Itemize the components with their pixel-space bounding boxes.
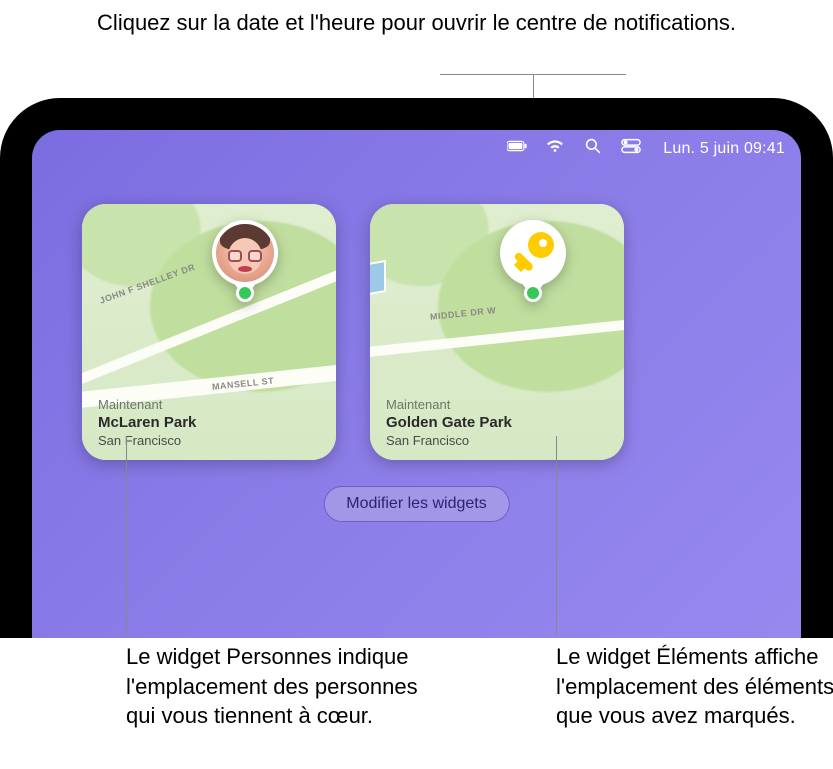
callout-top-text: Cliquez sur la date et l'heure pour ouvr… [0, 8, 833, 38]
location-dot-icon [524, 284, 542, 302]
find-my-people-widget[interactable]: JOHN F SHELLEY DR MANSELL ST [82, 204, 336, 460]
control-center-icon[interactable] [621, 138, 641, 159]
widget-city-label: San Francisco [98, 433, 320, 448]
person-pin[interactable] [212, 220, 278, 300]
widget-city-label: San Francisco [386, 433, 608, 448]
widget-time-label: Maintenant [386, 397, 608, 412]
widget-place-label: McLaren Park [98, 414, 320, 431]
road-label: MANSELL ST [211, 376, 274, 392]
spotlight-search-icon[interactable] [583, 138, 603, 159]
widget-place-label: Golden Gate Park [386, 414, 608, 431]
widgets-container: JOHN F SHELLEY DR MANSELL ST [82, 204, 624, 460]
callout-people-leader [126, 436, 127, 636]
road-label: JOHN F SHELLEY DR [98, 262, 196, 306]
widget-footer: Maintenant McLaren Park San Francisco [98, 397, 320, 448]
menubar: Lun. 5 juin 09:41 [507, 138, 785, 159]
battery-icon[interactable] [507, 138, 527, 159]
widget-footer: Maintenant Golden Gate Park San Francisc… [386, 397, 608, 448]
edit-widgets-button[interactable]: Modifier les widgets [323, 486, 510, 522]
road-label: MIDDLE DR W [429, 305, 496, 322]
item-pin[interactable] [500, 220, 566, 300]
callout-items-leader [556, 436, 557, 636]
callout-top-leader [440, 74, 626, 100]
desktop-screen: Lun. 5 juin 09:41 JOHN F SHELLEY DR MANS… [32, 130, 801, 638]
find-my-items-widget[interactable]: MIDDLE DR W Ma [370, 204, 624, 460]
key-icon [504, 224, 562, 282]
location-dot-icon [236, 284, 254, 302]
menubar-datetime[interactable]: Lun. 5 juin 09:41 [663, 140, 785, 158]
memoji-avatar-icon [216, 224, 274, 282]
callout-people-text: Le widget Personnes indique l'emplacemen… [126, 642, 436, 731]
callout-items-text: Le widget Éléments affiche l'emplacement… [556, 642, 833, 731]
widget-time-label: Maintenant [98, 397, 320, 412]
device-frame: Lun. 5 juin 09:41 JOHN F SHELLEY DR MANS… [0, 98, 833, 638]
wifi-icon[interactable] [545, 138, 565, 159]
